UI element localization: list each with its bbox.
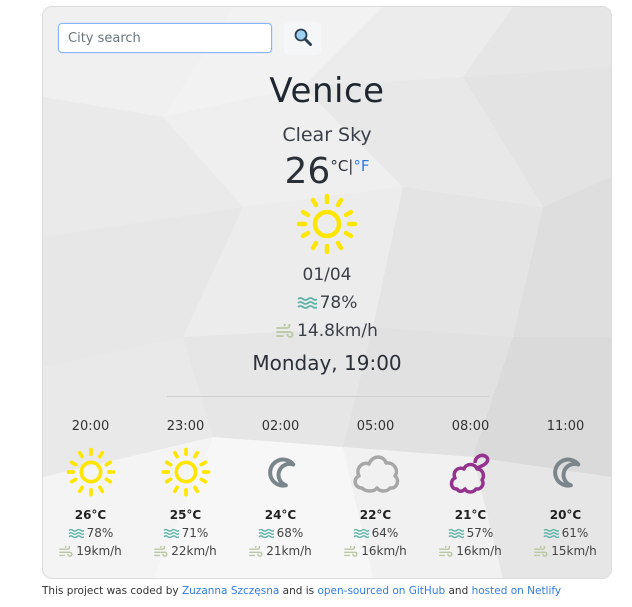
forecast-humidity: 64% — [328, 524, 423, 542]
humidity-value: 78% — [319, 293, 358, 313]
forecast-item: 08:00 21°C 57% 16km/h — [423, 419, 518, 560]
moon-icon — [233, 441, 328, 503]
forecast-temperature: 26°C — [74, 508, 107, 522]
author-link[interactable]: Zuzanna Szczęsna — [182, 585, 279, 597]
moon-icon — [518, 441, 611, 503]
footer-text: and — [445, 585, 472, 597]
forecast-wind: 22km/h — [138, 542, 233, 560]
current-date: 01/04 — [302, 265, 352, 285]
celsius-toggle[interactable]: °C — [330, 157, 348, 175]
wind-icon — [276, 322, 294, 343]
forecast-temperature: 22°C — [359, 508, 392, 522]
forecast-item: 05:00 22°C 64% 16km/h — [328, 419, 423, 560]
footer-text: This project was coded by — [42, 585, 182, 597]
wind-icon — [534, 544, 548, 562]
forecast-wind: 16km/h — [423, 542, 518, 560]
forecast-item: 23:00 25°C 71% 22km/h — [138, 419, 233, 560]
divider — [167, 396, 489, 397]
current-temperature: 26 — [284, 151, 331, 192]
current-humidity: 78% — [43, 293, 611, 315]
wind-value: 14.8km/h — [297, 321, 378, 341]
weather-description: Clear Sky — [282, 124, 372, 146]
footer-text: and is — [279, 585, 318, 597]
github-link[interactable]: open-sourced on GitHub — [317, 585, 445, 597]
forecast-time: 05:00 — [356, 419, 395, 434]
wind-value: 22km/h — [171, 544, 217, 558]
humidity-value: 78% — [86, 526, 114, 540]
forecast-humidity: 57% — [423, 524, 518, 542]
wind-value: 15km/h — [551, 544, 597, 558]
humidity-value: 57% — [466, 526, 494, 540]
forecast-time: 20:00 — [71, 419, 110, 434]
forecast-temperature: 21°C — [454, 508, 487, 522]
wind-icon — [154, 544, 168, 562]
search-button[interactable] — [284, 22, 321, 55]
hourly-forecast: 20:00 26°C 78% 19km/h 23:00 25°C 71% 22k… — [43, 419, 611, 569]
humidity-value: 68% — [276, 526, 304, 540]
humidity-value: 61% — [561, 526, 589, 540]
sun-icon — [138, 441, 233, 503]
forecast-time: 02:00 — [261, 419, 300, 434]
forecast-time: 23:00 — [166, 419, 205, 434]
wind-icon — [59, 544, 73, 562]
wind-icon — [439, 544, 453, 562]
footer: This project was coded by Zuzanna Szczęs… — [42, 585, 561, 597]
sun-icon — [43, 441, 138, 503]
magnifier-icon — [293, 27, 313, 50]
humidity-value: 64% — [371, 526, 399, 540]
forecast-wind: 19km/h — [43, 542, 138, 560]
humidity-value: 71% — [181, 526, 209, 540]
forecast-time: 08:00 — [451, 419, 490, 434]
wind-icon — [344, 544, 358, 562]
temperature-row: 26°C|°F — [43, 151, 611, 192]
forecast-wind: 21km/h — [233, 542, 328, 560]
current-wind: 14.8km/h — [43, 321, 611, 343]
forecast-item: 11:00 20°C 61% 15km/h — [518, 419, 611, 562]
sun-icon — [296, 193, 358, 259]
forecast-temperature: 24°C — [264, 508, 297, 522]
forecast-wind: 16km/h — [328, 542, 423, 560]
cloudy-night-icon — [423, 441, 518, 503]
weather-card: Venice Clear Sky 26°C|°F 01/04 — [42, 6, 612, 579]
forecast-humidity: 71% — [138, 524, 233, 542]
day-time: Monday, 19:00 — [252, 351, 402, 375]
forecast-time: 11:00 — [546, 419, 585, 434]
wind-icon — [249, 544, 263, 562]
netlify-link[interactable]: hosted on Netlify — [472, 585, 562, 597]
forecast-humidity: 78% — [43, 524, 138, 542]
forecast-item: 20:00 26°C 78% 19km/h — [43, 419, 138, 560]
fahrenheit-link[interactable]: °F — [353, 157, 369, 175]
wind-value: 19km/h — [76, 544, 122, 558]
city-name: Venice — [269, 71, 385, 111]
forecast-humidity: 61% — [518, 524, 611, 542]
forecast-temperature: 20°C — [549, 508, 582, 522]
city-search-input[interactable] — [58, 23, 272, 53]
wind-value: 16km/h — [456, 544, 502, 558]
wind-value: 16km/h — [361, 544, 407, 558]
forecast-wind: 15km/h — [518, 542, 611, 562]
forecast-temperature: 25°C — [169, 508, 202, 522]
wind-value: 21km/h — [266, 544, 312, 558]
waves-icon — [297, 295, 318, 315]
forecast-humidity: 68% — [233, 524, 328, 542]
forecast-item: 02:00 24°C 68% 21km/h — [233, 419, 328, 560]
cloud-icon — [328, 441, 423, 503]
